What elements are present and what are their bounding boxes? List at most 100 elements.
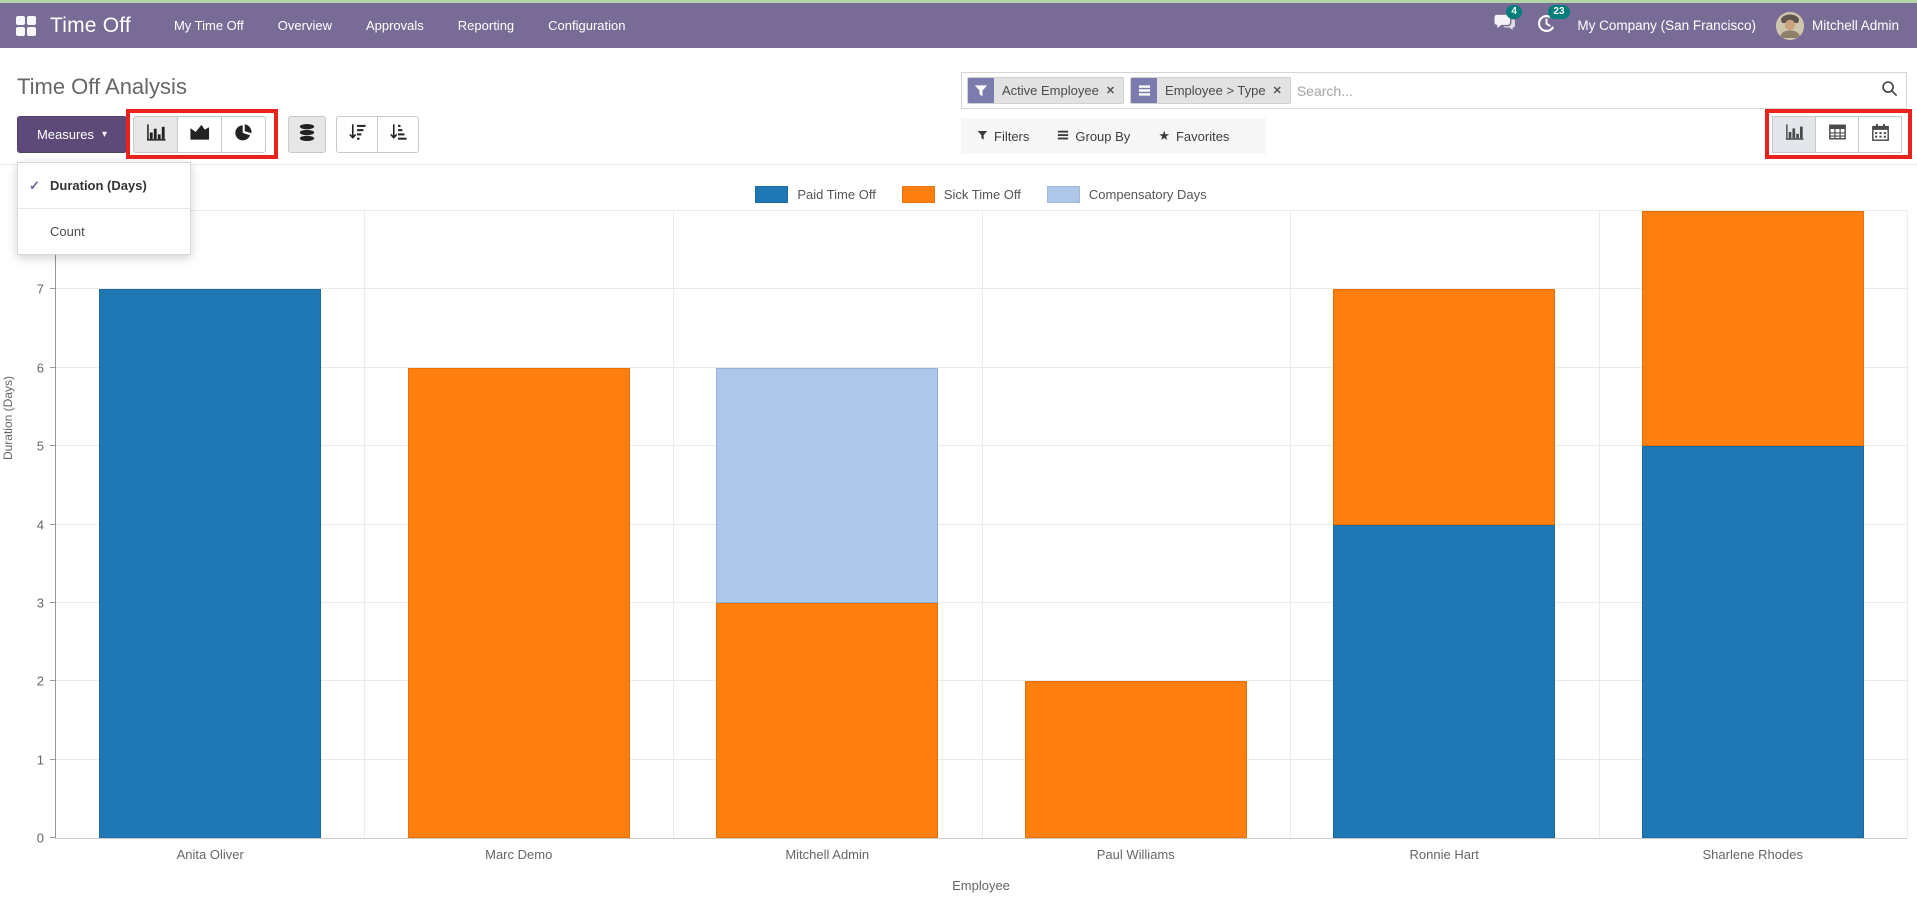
bar-segment[interactable]	[1025, 681, 1247, 838]
menu-my-time-off[interactable]: My Time Off	[157, 3, 261, 48]
gridline-vertical	[673, 211, 674, 838]
measures-option-count[interactable]: Count	[18, 214, 190, 249]
sort-asc-icon	[389, 123, 408, 146]
legend-label: Paid Time Off	[797, 187, 876, 202]
menu-configuration[interactable]: Configuration	[531, 3, 642, 48]
calendar-view-button[interactable]	[1858, 116, 1902, 153]
chart-legend: Paid Time Off Sick Time Off Compensatory D…	[55, 186, 1907, 203]
y-axis-tick-mark	[50, 367, 56, 368]
time-off-app-window: Time Off My Time Off Overview Approvals …	[0, 0, 1917, 901]
legend-item[interactable]: Compensatory Days	[1047, 186, 1207, 203]
stacked-icon	[298, 123, 316, 147]
line-chart-button[interactable]	[177, 116, 222, 153]
y-axis-tick-mark	[50, 680, 56, 681]
bar-segment[interactable]	[1642, 446, 1864, 838]
gridline-vertical	[1290, 211, 1291, 838]
y-axis-tick-mark	[50, 524, 56, 525]
line-chart-icon	[189, 123, 210, 146]
sort-asc-button[interactable]	[377, 116, 419, 153]
chart-type-buttons	[133, 116, 266, 153]
close-icon[interactable]: ✕	[1273, 84, 1282, 97]
x-axis-tick-label: Sharlene Rhodes	[1599, 847, 1907, 862]
sort-desc-icon	[348, 123, 367, 146]
search-bar: Active Employee ✕ Employee > Type ✕	[961, 72, 1907, 109]
star-icon: ★	[1158, 128, 1170, 144]
bar-chart-icon	[146, 123, 166, 147]
legend-label: Compensatory Days	[1089, 187, 1207, 202]
pie-chart-button[interactable]	[221, 116, 266, 153]
navbar-systray: 4 23 My Company (San Francisco) Mitchell…	[1494, 12, 1917, 40]
search-input[interactable]	[1297, 83, 1881, 99]
legend-label: Sick Time Off	[944, 187, 1021, 202]
search-icon[interactable]	[1881, 80, 1898, 102]
menu-divider	[18, 208, 190, 209]
y-axis-tick-mark	[50, 837, 56, 838]
facet-label: Employee > Type	[1165, 83, 1266, 98]
bar-segment[interactable]	[408, 368, 630, 838]
y-axis-tick-label: 0	[8, 832, 44, 845]
filters-button[interactable]: Filters	[977, 129, 1029, 144]
search-facet-groupby[interactable]: Employee > Type ✕	[1130, 77, 1291, 104]
messages-badge: 4	[1506, 5, 1522, 19]
legend-swatch	[902, 186, 935, 203]
bar-chart-icon	[1785, 123, 1804, 146]
group-by-icon	[1131, 78, 1157, 103]
menu-approvals[interactable]: Approvals	[349, 3, 441, 48]
facet-label: Active Employee	[1002, 83, 1099, 98]
y-axis-title: Duration (Days)	[1, 376, 15, 460]
stacked-toggle-button[interactable]	[288, 116, 326, 153]
y-axis-tick-mark	[50, 445, 56, 446]
y-axis-tick-label: 3	[8, 596, 44, 609]
y-axis-tick-label: 6	[8, 361, 44, 374]
legend-swatch	[755, 186, 788, 203]
y-axis-tick-label: 7	[8, 283, 44, 296]
measures-button[interactable]: Measures ▾	[17, 116, 127, 153]
app-name[interactable]: Time Off	[50, 14, 131, 38]
graph-view-button[interactable]	[1772, 116, 1816, 153]
close-icon[interactable]: ✕	[1106, 84, 1115, 97]
bar-segment[interactable]	[716, 603, 938, 838]
bar-segment[interactable]	[99, 289, 321, 838]
messages-button[interactable]: 4	[1494, 13, 1516, 38]
sort-buttons	[336, 116, 419, 153]
group-by-icon	[1057, 129, 1069, 144]
search-facet-filter[interactable]: Active Employee ✕	[967, 77, 1124, 104]
gridline-vertical	[1907, 211, 1908, 838]
favorites-button[interactable]: ★ Favorites	[1158, 128, 1229, 144]
calendar-icon	[1871, 123, 1890, 147]
x-axis-title: Employee	[55, 878, 1907, 893]
main-menu: My Time Off Overview Approvals Reporting…	[157, 3, 643, 48]
legend-item[interactable]: Sick Time Off	[902, 186, 1021, 203]
x-axis-tick-label: Marc Demo	[364, 847, 672, 862]
page-title: Time Off Analysis	[17, 74, 187, 100]
user-menu[interactable]: Mitchell Admin	[1776, 12, 1899, 40]
user-name: Mitchell Admin	[1812, 18, 1899, 33]
gridline-vertical	[982, 211, 983, 838]
pie-chart-icon	[234, 123, 253, 147]
pivot-icon	[1828, 123, 1847, 146]
caret-down-icon: ▾	[102, 129, 107, 140]
legend-item[interactable]: Paid Time Off	[755, 186, 876, 203]
bar-chart-button[interactable]	[133, 116, 178, 153]
apps-menu-icon[interactable]	[16, 16, 36, 36]
menu-overview[interactable]: Overview	[261, 3, 349, 48]
y-axis-tick-mark	[50, 288, 56, 289]
pivot-view-button[interactable]	[1815, 116, 1859, 153]
group-by-button[interactable]: Group By	[1057, 129, 1130, 144]
avatar	[1776, 12, 1804, 40]
filter-icon	[977, 129, 988, 144]
activities-badge: 23	[1548, 5, 1569, 19]
sort-desc-button[interactable]	[336, 116, 378, 153]
legend-swatch	[1047, 186, 1080, 203]
company-switcher[interactable]: My Company (San Francisco)	[1577, 18, 1756, 33]
x-axis-tick-label: Ronnie Hart	[1290, 847, 1598, 862]
menu-reporting[interactable]: Reporting	[441, 3, 531, 48]
measures-option-duration[interactable]: ✓ Duration (Days)	[18, 168, 190, 203]
top-navbar: Time Off My Time Off Overview Approvals …	[0, 3, 1917, 48]
x-axis-tick-label: Anita Oliver	[56, 847, 364, 862]
bar-segment[interactable]	[1333, 525, 1555, 839]
bar-segment[interactable]	[716, 368, 938, 603]
bar-segment[interactable]	[1642, 211, 1864, 446]
bar-segment[interactable]	[1333, 289, 1555, 524]
activities-button[interactable]: 23	[1536, 13, 1557, 39]
